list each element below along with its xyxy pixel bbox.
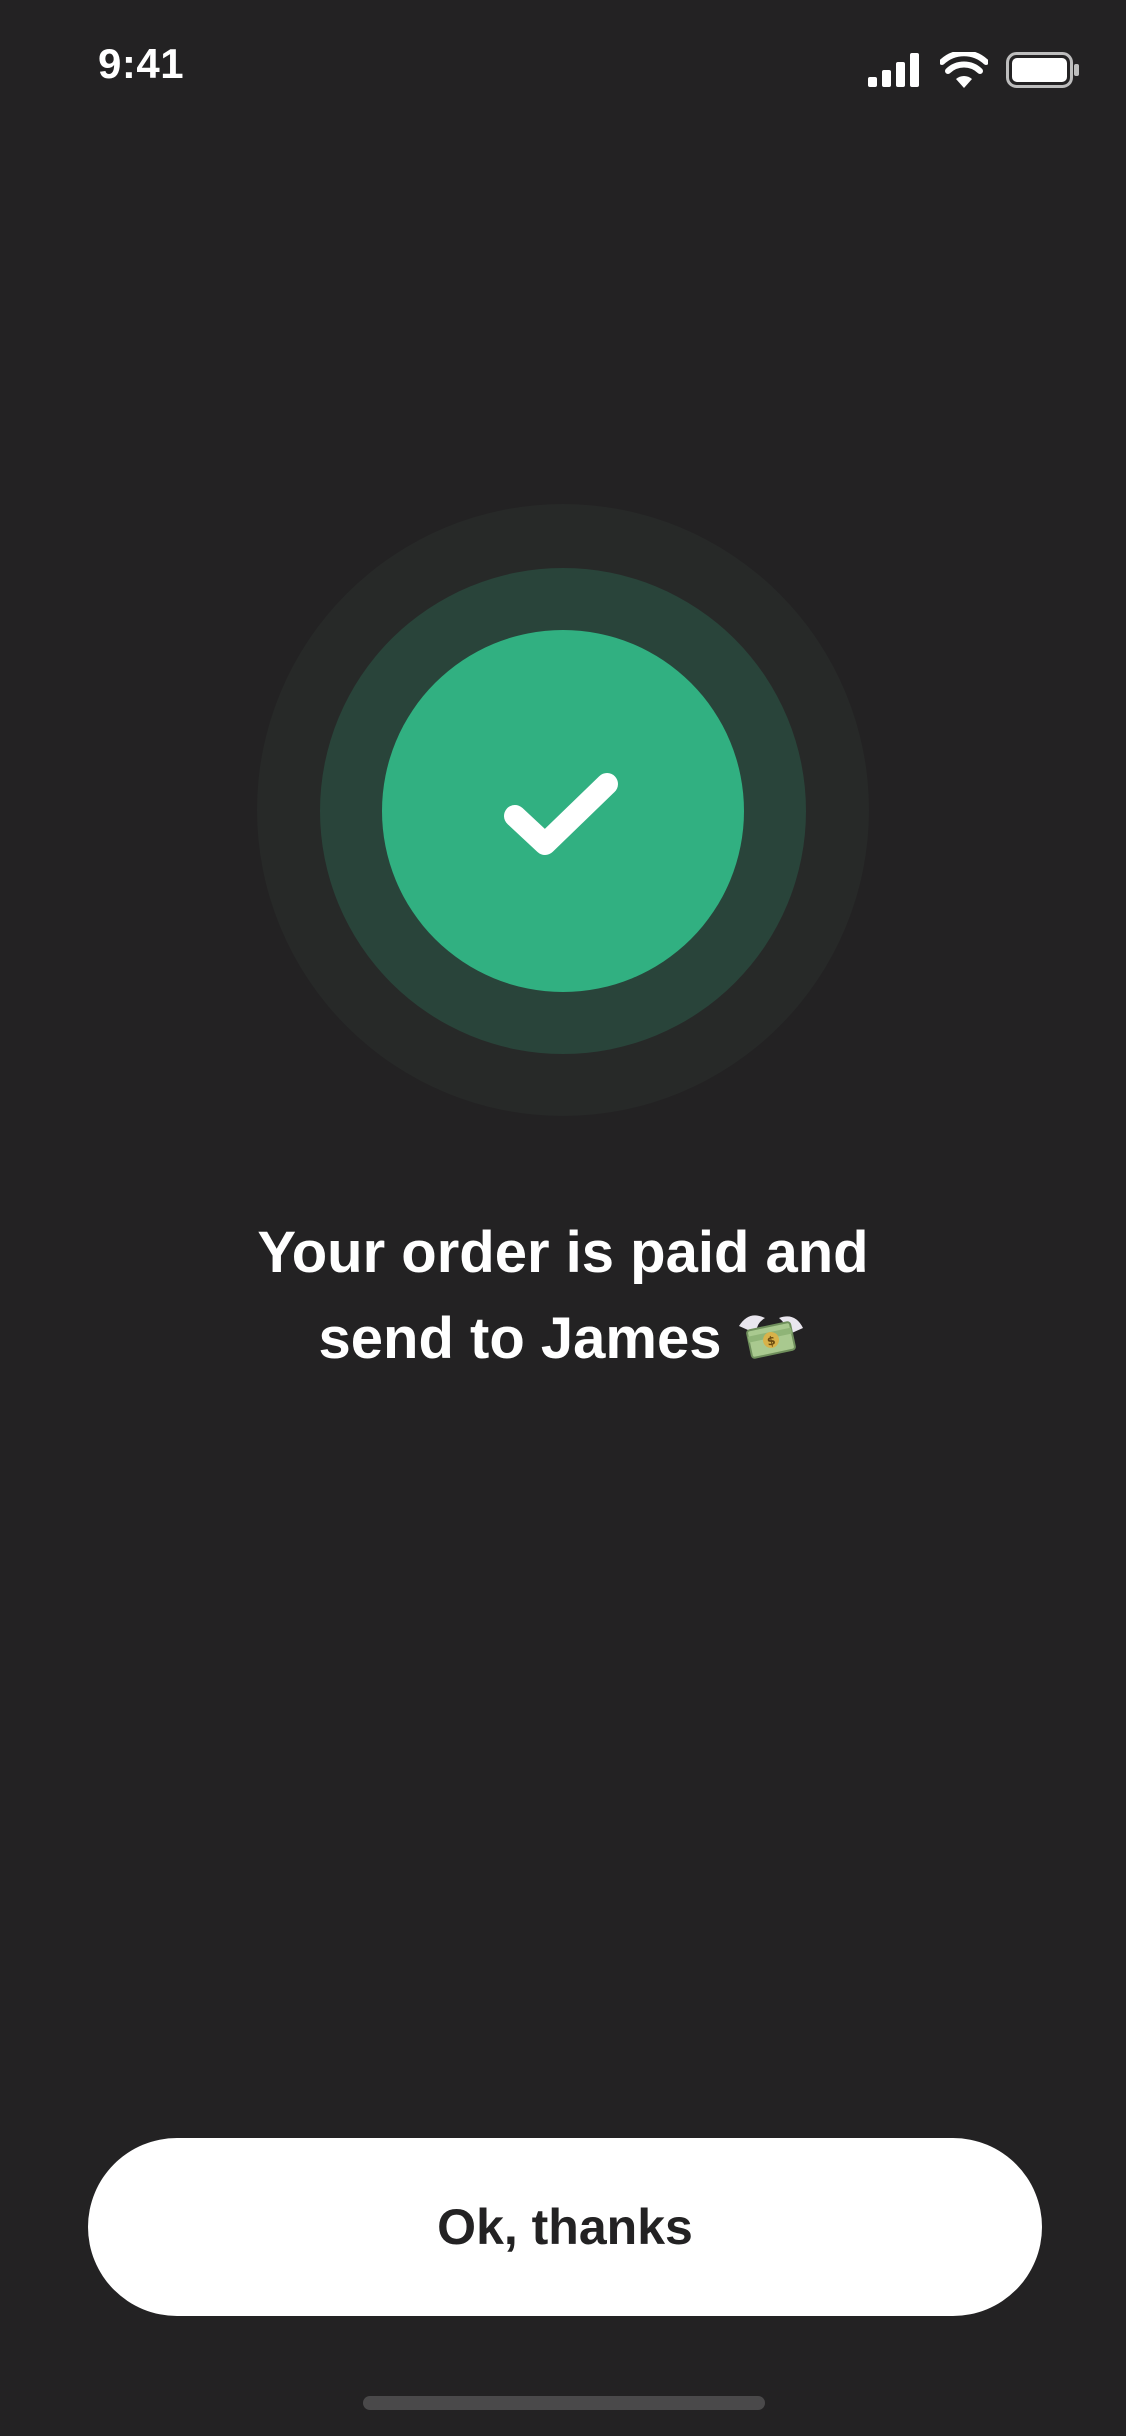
message-line-2-wrap: send to James $	[0, 1296, 1126, 1382]
message-line-1: Your order is paid and	[257, 1220, 869, 1285]
home-indicator[interactable]	[363, 2396, 765, 2410]
ok-thanks-button[interactable]: Ok, thanks	[88, 2138, 1042, 2316]
money-with-wings-icon: $	[739, 1315, 804, 1359]
message-line-2: send to James	[318, 1306, 722, 1371]
success-message: Your order is paid and send to James $	[0, 1210, 1126, 1382]
battery-icon	[1006, 52, 1080, 88]
status-icons	[868, 50, 1080, 90]
status-time: 9:41	[98, 40, 185, 87]
payment-success-screen: 9:41 Your order is paid and send to Jame…	[0, 0, 1126, 2436]
status-bar: 9:41	[0, 0, 1126, 140]
checkmark-icon	[504, 773, 618, 855]
signal-icon	[868, 53, 922, 87]
wifi-icon	[940, 52, 988, 88]
